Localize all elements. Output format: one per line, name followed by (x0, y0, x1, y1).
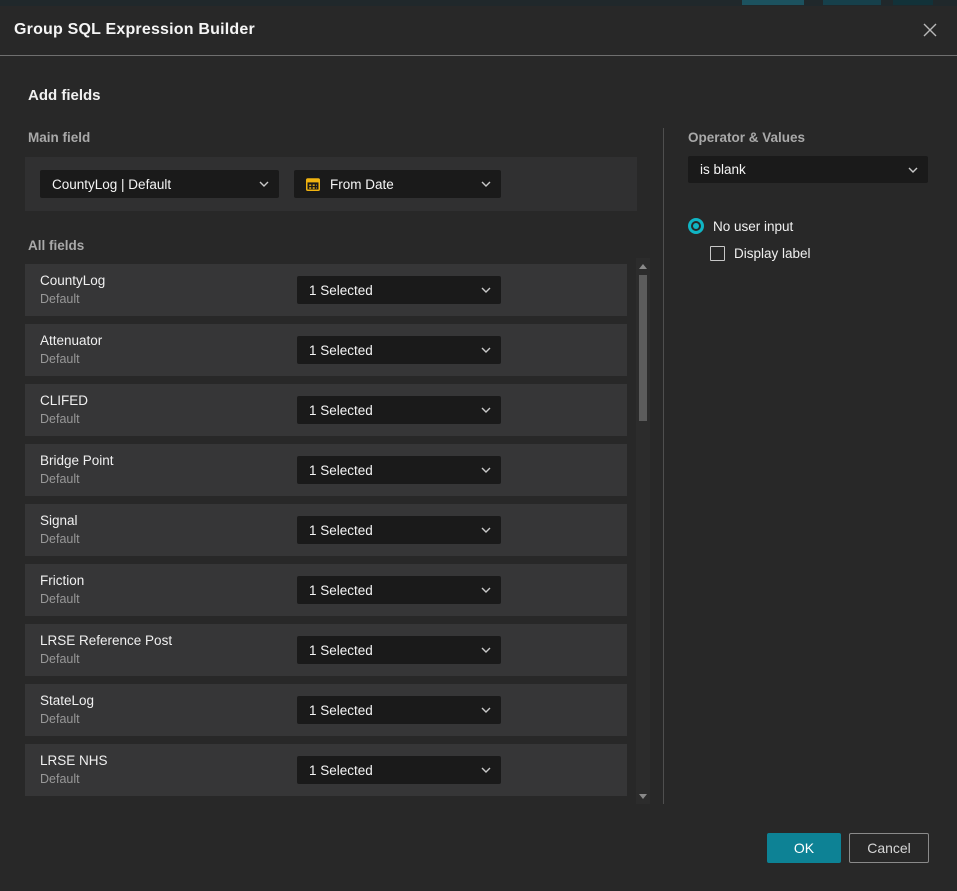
field-row-lrse-reference-post: LRSE Reference Post Default 1 Selected (25, 624, 627, 676)
main-field-source-value: CountyLog | Default (52, 177, 171, 192)
field-selection-dropdown[interactable]: 1 Selected (297, 576, 501, 604)
field-selection-dropdown[interactable]: 1 Selected (297, 756, 501, 784)
field-row-lrse-nhs: LRSE NHS Default 1 Selected (25, 744, 627, 796)
main-field-field-value: From Date (330, 177, 394, 192)
main-field-panel: CountyLog | Default From Date (25, 157, 637, 211)
selection-value: 1 Selected (309, 463, 373, 478)
field-sublabel: Default (40, 412, 80, 426)
display-label-text: Display label (734, 246, 811, 261)
background-fragment (742, 0, 804, 5)
operator-values-label: Operator & Values (688, 130, 805, 145)
scrollbar-thumb[interactable] (639, 275, 647, 421)
operator-value: is blank (700, 162, 746, 177)
selection-value: 1 Selected (309, 763, 373, 778)
chevron-down-icon (481, 707, 491, 713)
selection-value: 1 Selected (309, 523, 373, 538)
field-name: CLIFED (40, 393, 88, 408)
add-fields-heading: Add fields (28, 87, 101, 104)
field-selection-dropdown[interactable]: 1 Selected (297, 456, 501, 484)
field-selection-dropdown[interactable]: 1 Selected (297, 396, 501, 424)
display-label-option[interactable]: Display label (710, 246, 811, 261)
selection-value: 1 Selected (309, 643, 373, 658)
field-row-bridge-point: Bridge Point Default 1 Selected (25, 444, 627, 496)
display-label-checkbox[interactable] (710, 246, 725, 261)
chevron-down-icon (481, 181, 491, 187)
dialog-titlebar: Group SQL Expression Builder (0, 6, 957, 56)
chevron-down-icon (481, 287, 491, 293)
panel-divider (663, 128, 664, 804)
calendar-icon (305, 176, 321, 192)
chevron-down-icon (481, 647, 491, 653)
main-field-label: Main field (28, 130, 90, 145)
all-fields-label: All fields (28, 238, 84, 253)
chevron-down-icon (481, 587, 491, 593)
field-name: StateLog (40, 693, 94, 708)
field-selection-dropdown[interactable]: 1 Selected (297, 336, 501, 364)
selection-value: 1 Selected (309, 703, 373, 718)
chevron-down-icon (481, 467, 491, 473)
chevron-down-icon (259, 181, 269, 187)
field-row-friction: Friction Default 1 Selected (25, 564, 627, 616)
field-selection-dropdown[interactable]: 1 Selected (297, 696, 501, 724)
field-row-attenuator: Attenuator Default 1 Selected (25, 324, 627, 376)
chevron-down-icon (481, 407, 491, 413)
scroll-down-icon (639, 794, 647, 799)
field-row-countylog: CountyLog Default 1 Selected (25, 264, 627, 316)
close-icon (922, 22, 938, 38)
chevron-down-icon (481, 527, 491, 533)
field-name: Signal (40, 513, 78, 528)
no-user-input-label: No user input (713, 219, 793, 234)
chevron-down-icon (481, 767, 491, 773)
field-sublabel: Default (40, 352, 80, 366)
field-selection-dropdown[interactable]: 1 Selected (297, 276, 501, 304)
no-user-input-radio[interactable] (688, 218, 704, 234)
main-field-source-dropdown[interactable]: CountyLog | Default (40, 170, 279, 198)
field-sublabel: Default (40, 532, 80, 546)
operator-dropdown[interactable]: is blank (688, 156, 928, 183)
field-sublabel: Default (40, 772, 80, 786)
fields-scrollbar[interactable] (636, 258, 650, 804)
background-fragment (893, 0, 933, 5)
field-sublabel: Default (40, 712, 80, 726)
field-name: Bridge Point (40, 453, 114, 468)
field-selection-dropdown[interactable]: 1 Selected (297, 636, 501, 664)
background-fragment (823, 0, 881, 5)
chevron-down-icon (481, 347, 491, 353)
selection-value: 1 Selected (309, 403, 373, 418)
field-row-statelog: StateLog Default 1 Selected (25, 684, 627, 736)
main-field-field-dropdown[interactable]: From Date (294, 170, 501, 198)
scroll-up-icon (639, 264, 647, 269)
field-name: CountyLog (40, 273, 105, 288)
scrollbar-up-button[interactable] (636, 260, 650, 272)
field-name: Attenuator (40, 333, 102, 348)
field-sublabel: Default (40, 472, 80, 486)
chevron-down-icon (908, 167, 918, 173)
field-name: LRSE Reference Post (40, 633, 172, 648)
field-name: LRSE NHS (40, 753, 108, 768)
field-row-signal: Signal Default 1 Selected (25, 504, 627, 556)
field-sublabel: Default (40, 652, 80, 666)
field-sublabel: Default (40, 292, 80, 306)
selection-value: 1 Selected (309, 283, 373, 298)
all-fields-list: CountyLog Default 1 Selected Attenuator … (25, 264, 627, 804)
field-sublabel: Default (40, 592, 80, 606)
close-button[interactable] (919, 19, 941, 41)
scrollbar-down-button[interactable] (636, 790, 650, 802)
selection-value: 1 Selected (309, 583, 373, 598)
ok-button[interactable]: OK (767, 833, 841, 863)
field-selection-dropdown[interactable]: 1 Selected (297, 516, 501, 544)
cancel-button[interactable]: Cancel (849, 833, 929, 863)
field-row-clifed: CLIFED Default 1 Selected (25, 384, 627, 436)
no-user-input-option[interactable]: No user input (688, 218, 793, 234)
field-name: Friction (40, 573, 84, 588)
dialog-title: Group SQL Expression Builder (14, 21, 255, 39)
group-sql-expression-builder-dialog: Group SQL Expression Builder Add fields … (0, 6, 957, 891)
selection-value: 1 Selected (309, 343, 373, 358)
